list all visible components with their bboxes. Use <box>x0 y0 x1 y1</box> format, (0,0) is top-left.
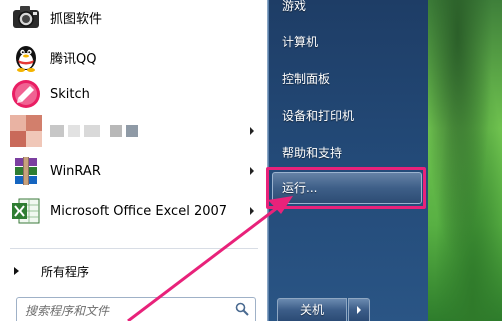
qq-penguin-icon <box>10 41 42 73</box>
shutdown-button[interactable]: 关机 <box>277 298 347 321</box>
menu-separator <box>10 248 258 249</box>
search-input[interactable] <box>23 301 227 321</box>
program-item-qq[interactable]: 腾讯QQ <box>6 40 262 74</box>
program-item-screenshot-tool[interactable]: 抓图软件 <box>6 0 262 34</box>
desktop-screen: 抓图软件 腾讯QQ Skitch WinRAR Microsoft Office… <box>0 0 502 321</box>
submenu-arrow-icon <box>250 167 254 175</box>
submenu-arrow-icon <box>250 207 254 215</box>
program-item-winrar[interactable]: WinRAR <box>6 154 262 188</box>
chevron-right-icon <box>357 306 361 314</box>
desktop-wallpaper <box>428 0 502 321</box>
games-link[interactable]: 游戏 <box>282 0 422 18</box>
expand-arrow-icon <box>14 267 19 275</box>
annotation-highlight-box <box>266 167 426 209</box>
program-label: 腾讯QQ <box>50 51 97 67</box>
start-menu-programs-panel: 抓图软件 腾讯QQ Skitch WinRAR Microsoft Office… <box>0 0 268 321</box>
search-icon[interactable] <box>235 302 249 316</box>
shutdown-options-button[interactable] <box>348 298 370 321</box>
search-box[interactable] <box>16 297 256 321</box>
camera-icon <box>10 1 42 33</box>
computer-link[interactable]: 计算机 <box>282 30 422 54</box>
program-label: 抓图软件 <box>50 11 103 27</box>
blurred-label <box>50 125 138 137</box>
help-support-link[interactable]: 帮助和支持 <box>282 141 422 165</box>
devices-printers-link[interactable]: 设备和打印机 <box>282 104 422 128</box>
program-label: Skitch <box>50 86 90 102</box>
excel-icon <box>10 195 42 227</box>
blurred-app-icon <box>10 115 42 147</box>
all-programs-button[interactable]: 所有程序 <box>14 260 254 282</box>
winrar-icon <box>10 155 42 187</box>
program-label: Microsoft Office Excel 2007 <box>50 203 228 219</box>
program-item-blurred[interactable] <box>6 114 262 148</box>
program-label: WinRAR <box>50 163 101 179</box>
skitch-icon <box>10 78 42 110</box>
program-item-excel[interactable]: Microsoft Office Excel 2007 <box>6 194 262 228</box>
submenu-arrow-icon <box>250 127 254 135</box>
all-programs-label: 所有程序 <box>41 264 90 279</box>
control-panel-link[interactable]: 控制面板 <box>282 67 422 91</box>
program-item-skitch[interactable]: Skitch <box>6 77 262 111</box>
